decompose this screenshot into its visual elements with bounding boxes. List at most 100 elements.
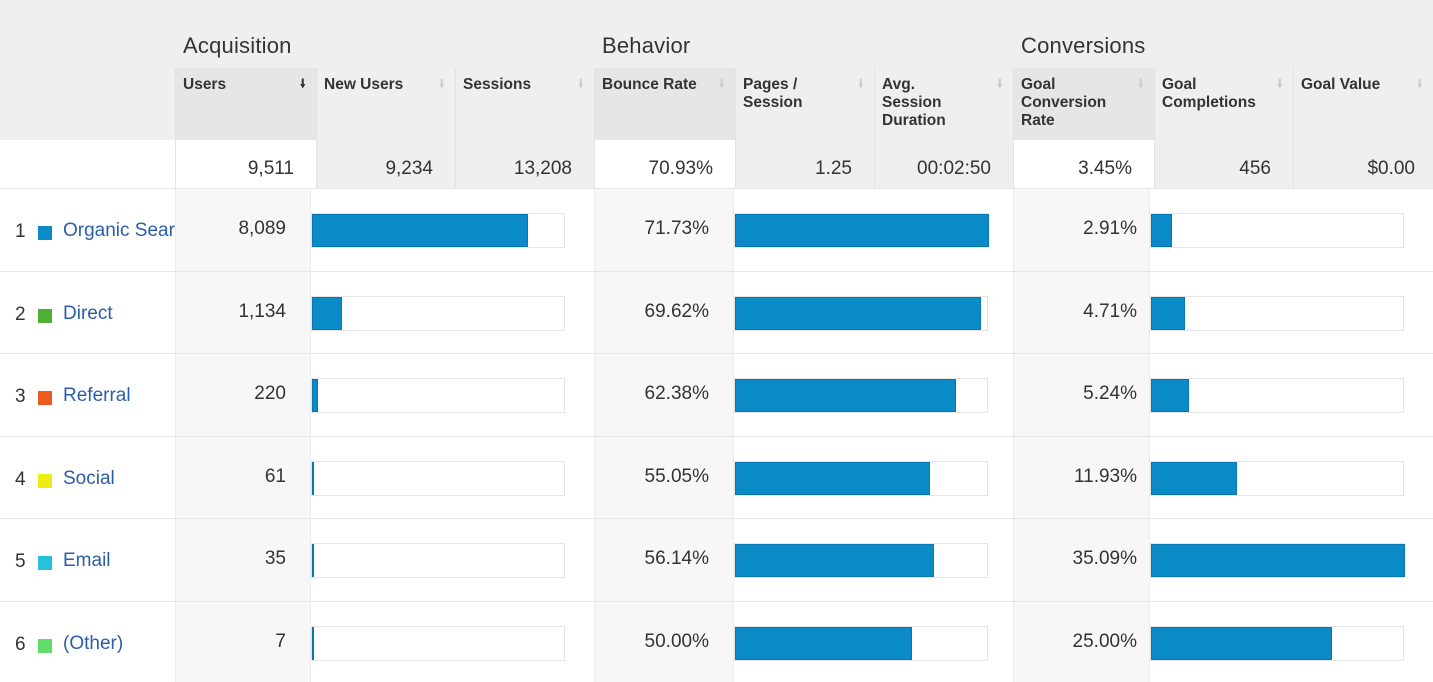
row-rank: 4: [15, 469, 26, 490]
goal-conversion-rate-bar-track: [1150, 543, 1405, 578]
sort-down-arrow-icon[interactable]: 🠛: [996, 77, 1003, 91]
bounce-rate-bar: [735, 627, 912, 660]
column-header-bounce-rate[interactable]: Bounce Rate 🠛: [594, 68, 735, 140]
users-bar-cell: [310, 602, 594, 682]
bounce-rate-bar-cell: [733, 354, 1013, 436]
column-label: Goal Value: [1301, 76, 1381, 93]
users-bar-cell: [310, 437, 594, 519]
bounce-rate-bar: [735, 297, 981, 330]
bounce-rate-value: 50.00%: [594, 602, 733, 682]
goal-conversion-rate-bar: [1151, 627, 1332, 660]
bounce-rate-value: 56.14%: [594, 519, 733, 601]
table-row: 3 Referral 220 62.38% 5.24%: [0, 353, 1433, 436]
goal-conversion-rate-value: 35.09%: [1013, 519, 1149, 601]
bounce-rate-bar: [735, 544, 934, 577]
goal-conversion-rate-bar: [1151, 297, 1185, 330]
row-rank: 1: [15, 221, 26, 242]
total-pages-per-session: 1.25: [735, 140, 874, 188]
channel-link[interactable]: Social: [63, 468, 175, 490]
bounce-rate-bar: [735, 214, 989, 247]
users-bar: [312, 544, 314, 577]
row-rank: 3: [15, 386, 26, 407]
channel-color-swatch: [38, 474, 52, 488]
goal-conversion-rate-value: 11.93%: [1013, 437, 1149, 519]
column-label: New Users: [324, 76, 404, 93]
sort-down-arrow-icon[interactable]: 🠛: [1416, 77, 1423, 91]
goal-conversion-rate-bar: [1151, 544, 1405, 577]
column-header-sessions[interactable]: Sessions 🠛: [455, 68, 594, 140]
users-bar-cell: [310, 189, 594, 271]
goal-conversion-rate-bar-cell: [1149, 272, 1433, 354]
goal-conversion-rate-bar-cell: [1149, 602, 1433, 682]
group-behavior: Behavior: [602, 33, 691, 58]
goal-conversion-rate-bar: [1151, 379, 1189, 412]
column-label: Sessions: [463, 76, 532, 93]
column-header-goal-conversion-rate[interactable]: Goal Conversion Rate 🠛: [1013, 68, 1154, 140]
channel-link[interactable]: Email: [63, 550, 175, 572]
sort-down-arrow-icon[interactable]: 🠛: [1276, 77, 1283, 91]
goal-conversion-rate-bar-cell: [1149, 354, 1433, 436]
sort-down-arrow-icon[interactable]: 🠛: [438, 77, 445, 91]
total-users: 9,511: [175, 140, 316, 188]
goal-conversion-rate-bar-cell: [1149, 519, 1433, 601]
sort-down-arrow-icon[interactable]: 🠛: [718, 77, 725, 91]
goal-conversion-rate-value: 2.91%: [1013, 189, 1149, 271]
column-header-avg-session-duration[interactable]: Avg. Session Duration 🠛: [874, 68, 1013, 140]
total-bounce-rate: 70.93%: [594, 140, 735, 188]
bounce-rate-bar-track: [734, 626, 988, 661]
channel-link[interactable]: Direct: [63, 303, 175, 325]
bounce-rate-value: 71.73%: [594, 189, 733, 271]
users-bar-track: [311, 461, 565, 496]
channel-link[interactable]: Referral: [63, 385, 175, 407]
bounce-rate-bar-cell: [733, 602, 1013, 682]
sort-down-arrow-icon[interactable]: 🠛: [299, 77, 306, 91]
row-rank: 5: [15, 551, 26, 572]
table-row: 4 Social 61 55.05% 11.93%: [0, 436, 1433, 519]
bounce-rate-bar-cell: [733, 437, 1013, 519]
users-bar-track: [311, 543, 565, 578]
goal-conversion-rate-bar-track: [1150, 296, 1404, 331]
users-value: 61: [175, 437, 310, 519]
total-new-users: 9,234: [316, 140, 455, 188]
users-bar: [312, 214, 528, 247]
users-bar-cell: [310, 519, 594, 601]
channel-color-swatch: [38, 226, 52, 240]
bounce-rate-value: 69.62%: [594, 272, 733, 354]
column-header-goal-value[interactable]: Goal Value 🠛: [1293, 68, 1433, 140]
column-header-pages-per-session[interactable]: Pages / Session 🠛: [735, 68, 874, 140]
channel-link[interactable]: (Other): [63, 633, 175, 655]
bounce-rate-bar-track: [734, 461, 988, 496]
total-goal-completions: 456: [1154, 140, 1293, 188]
total-sessions: 13,208: [455, 140, 594, 188]
goal-conversion-rate-value: 4.71%: [1013, 272, 1149, 354]
users-bar: [312, 627, 314, 660]
column-label: Pages / Session: [743, 76, 803, 111]
sort-down-arrow-icon[interactable]: 🠛: [1137, 77, 1144, 91]
column-label: Goal Completions: [1162, 76, 1256, 111]
column-header-users[interactable]: Users 🠛: [175, 68, 316, 140]
users-value: 7: [175, 602, 310, 682]
column-label: Avg. Session Duration: [882, 76, 946, 129]
users-bar: [312, 379, 318, 412]
bounce-rate-bar: [735, 462, 930, 495]
goal-conversion-rate-bar: [1151, 214, 1172, 247]
bounce-rate-bar-cell: [733, 519, 1013, 601]
goal-conversion-rate-bar: [1151, 462, 1237, 495]
goal-conversion-rate-bar-track: [1150, 461, 1404, 496]
sort-down-arrow-icon[interactable]: 🠛: [857, 77, 864, 91]
goal-conversion-rate-bar-track: [1150, 626, 1404, 661]
bounce-rate-bar-cell: [733, 189, 1013, 271]
goal-conversion-rate-bar-track: [1150, 213, 1404, 248]
column-label: Bounce Rate: [602, 76, 697, 93]
table-row: 5 Email 35 56.14% 35.09%: [0, 518, 1433, 601]
column-label: Users: [183, 76, 227, 93]
channel-link[interactable]: Organic Sear: [63, 220, 175, 242]
column-header-goal-completions[interactable]: Goal Completions 🠛: [1154, 68, 1293, 140]
users-bar: [312, 462, 314, 495]
sort-down-arrow-icon[interactable]: 🠛: [577, 77, 584, 91]
users-value: 1,134: [175, 272, 310, 354]
column-header-row: Users 🠛 New Users 🠛 Sessions 🠛 Bounce Ra…: [0, 68, 1433, 140]
column-header-new-users[interactable]: New Users 🠛: [316, 68, 455, 140]
group-acquisition: Acquisition: [183, 33, 292, 58]
row-rank: 2: [15, 304, 26, 325]
